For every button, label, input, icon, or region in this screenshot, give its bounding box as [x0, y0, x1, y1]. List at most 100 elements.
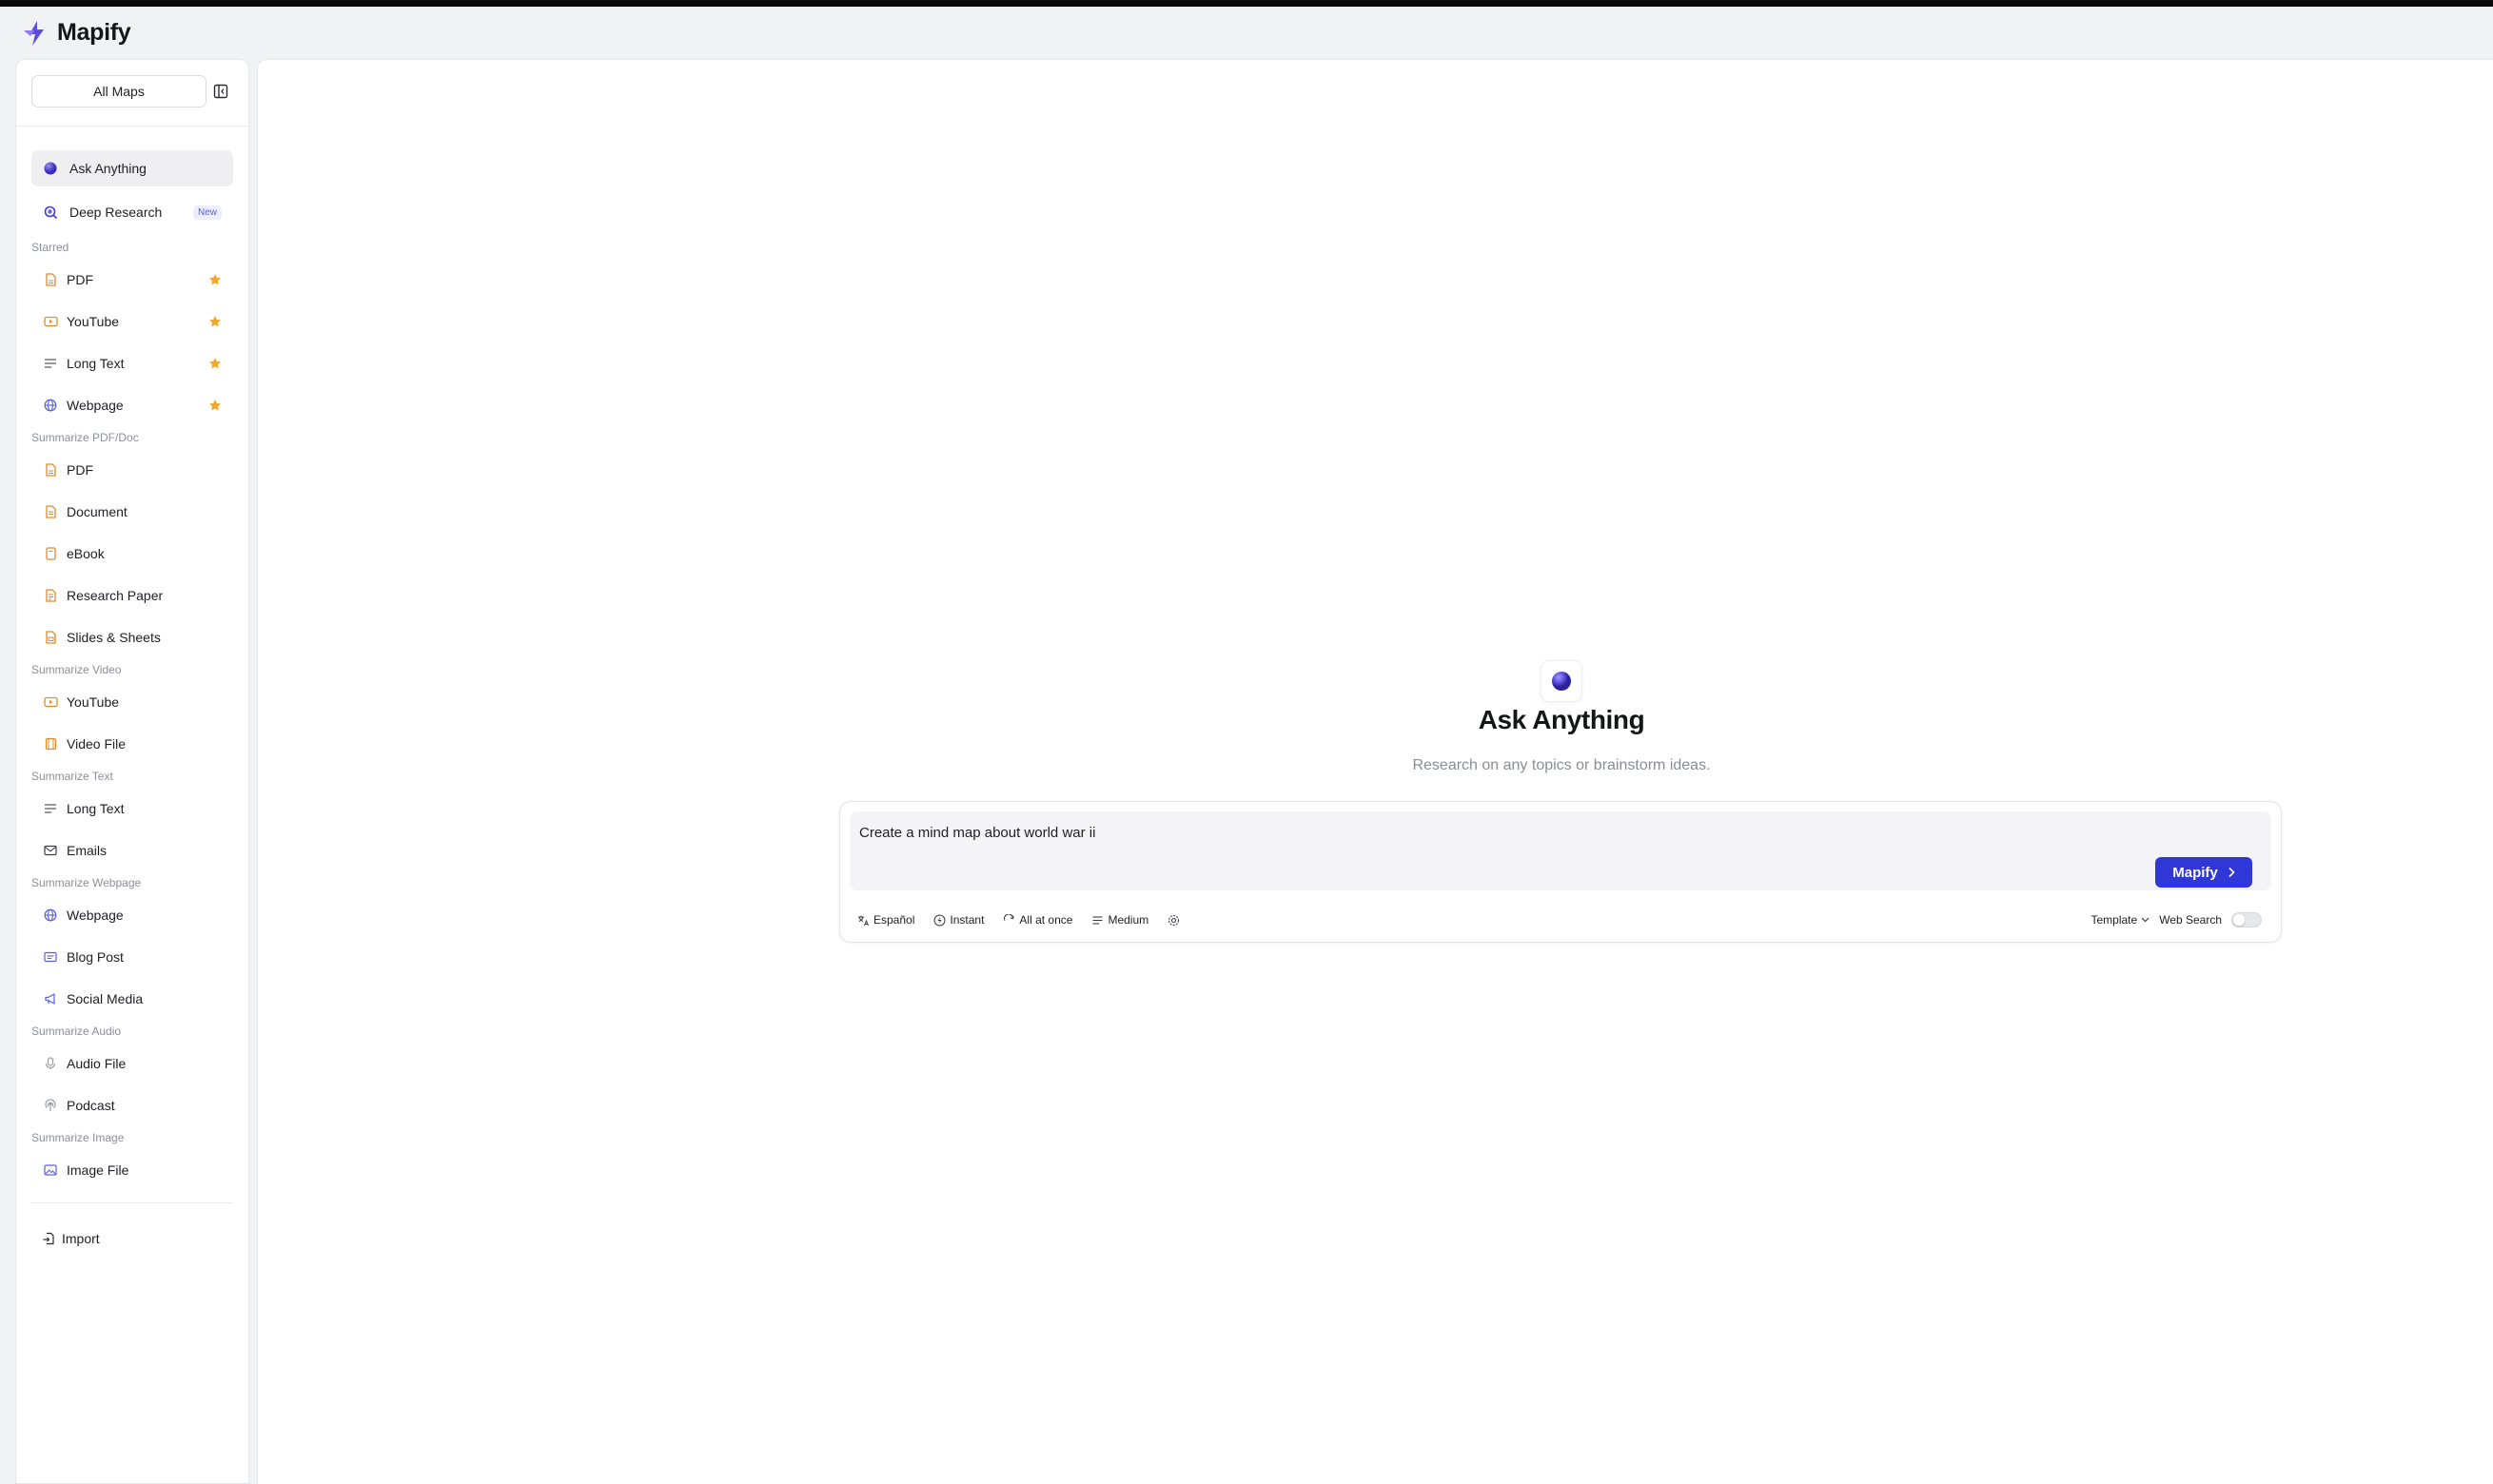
logo[interactable]: Mapify [21, 19, 131, 48]
section-label-video: Summarize Video [31, 663, 122, 676]
list-item-webpage[interactable]: Webpage [31, 896, 233, 934]
list-item-label: YouTube [67, 694, 120, 710]
mail-icon [43, 843, 58, 858]
settings-button[interactable] [1168, 914, 1184, 927]
star-icon[interactable] [208, 399, 222, 412]
list-item-slides-sheets[interactable]: Slides & Sheets [31, 618, 233, 656]
section-label-pdf-doc: Summarize PDF/Doc [31, 431, 139, 444]
starred-item-long-text[interactable]: Long Text [31, 344, 233, 382]
generation-selector[interactable]: All at once [1003, 913, 1072, 927]
template-dropdown[interactable]: Template [2091, 913, 2149, 927]
pdf-icon [43, 272, 58, 287]
list-item-label: Long Text [67, 801, 125, 816]
app-header: Mapify [0, 7, 2493, 59]
sidebar-bottom-divider [31, 1202, 233, 1203]
list-item-label: Podcast [67, 1098, 115, 1113]
list-item-label: YouTube [67, 314, 120, 329]
section-label-webpage: Summarize Webpage [31, 876, 142, 889]
youtube-icon [43, 314, 58, 329]
list-item-research-paper[interactable]: Research Paper [31, 576, 233, 615]
list-item-social-media[interactable]: Social Media [31, 980, 233, 1018]
gear-icon [1168, 914, 1180, 927]
star-icon[interactable] [208, 315, 222, 328]
blog-icon [43, 949, 58, 965]
list-item-image-file[interactable]: Image File [31, 1151, 233, 1189]
list-item-video-file[interactable]: Video File [31, 725, 233, 763]
megaphone-icon [43, 991, 58, 1006]
list-item-label: Slides & Sheets [67, 630, 161, 645]
web-search-toggle[interactable] [2231, 912, 2262, 928]
length-selector[interactable]: Medium [1091, 913, 1148, 927]
list-item-blog-post[interactable]: Blog Post [31, 938, 233, 976]
mapify-submit-button[interactable]: Mapify [2155, 857, 2252, 888]
list-item-youtube[interactable]: YouTube [31, 683, 233, 721]
length-label: Medium [1108, 913, 1149, 927]
nav-item-ask-anything[interactable]: Ask Anything [31, 150, 233, 186]
mic-icon [43, 1056, 58, 1071]
list-item-label: Long Text [67, 356, 125, 371]
globe-icon [43, 398, 58, 413]
mode-selector[interactable]: Instant [933, 913, 984, 927]
film-icon [43, 736, 58, 752]
section-label-text: Summarize Text [31, 770, 113, 783]
list-item-label: PDF [67, 462, 93, 478]
toggle-knob [2233, 914, 2245, 926]
app-name: Mapify [57, 19, 131, 46]
slides-icon [43, 630, 58, 645]
window-top-bar [0, 0, 2493, 7]
list-item-pdf[interactable]: PDF [31, 451, 233, 489]
translate-icon [857, 914, 870, 927]
chevron-down-icon [2141, 917, 2149, 923]
list-item-label: PDF [67, 272, 93, 287]
chevron-right-icon [2228, 867, 2235, 878]
refresh-icon [1003, 913, 1015, 927]
list-item-label: Video File [67, 736, 127, 752]
list-item-emails[interactable]: Emails [31, 831, 233, 869]
image-icon [43, 1162, 58, 1178]
list-item-label: Image File [67, 1162, 129, 1178]
research-icon [43, 205, 58, 220]
import-button[interactable]: Import [31, 1222, 233, 1255]
nav-item-label: Deep Research [69, 205, 163, 220]
starred-item-webpage[interactable]: Webpage [31, 386, 233, 424]
star-icon[interactable] [208, 273, 222, 286]
hero-sphere-badge [1541, 660, 1582, 702]
prompt-card: Create a mind map about world war ii Map… [839, 801, 2282, 943]
document-icon [43, 504, 58, 519]
language-selector[interactable]: Español [857, 913, 914, 927]
list-item-label: Webpage [67, 398, 124, 413]
template-label: Template [2091, 913, 2138, 927]
starred-item-pdf[interactable]: PDF [31, 261, 233, 299]
starred-item-youtube[interactable]: YouTube [31, 303, 233, 341]
mode-label: Instant [950, 913, 985, 927]
import-label: Import [62, 1231, 100, 1246]
section-label-image: Summarize Image [31, 1131, 125, 1144]
submit-label: Mapify [2172, 864, 2218, 881]
list-item-label: Webpage [67, 908, 124, 923]
generation-label: All at once [1019, 913, 1073, 927]
list-item-label: Research Paper [67, 588, 164, 603]
nav-item-deep-research[interactable]: Deep Research New [31, 194, 233, 230]
list-item-document[interactable]: Document [31, 493, 233, 531]
list-item-audio-file[interactable]: Audio File [31, 1045, 233, 1083]
star-icon[interactable] [208, 357, 222, 370]
list-item-label: Audio File [67, 1056, 127, 1071]
all-maps-button[interactable]: All Maps [31, 75, 206, 107]
import-icon [41, 1231, 56, 1246]
list-item-ebook[interactable]: eBook [31, 535, 233, 573]
sidebar-collapse-icon [213, 84, 228, 99]
text-lines-icon [43, 356, 58, 371]
sidebar: All Maps Ask Anything Deep Research New … [15, 59, 249, 1484]
prompt-text[interactable]: Create a mind map about world war ii [859, 825, 1095, 841]
prompt-input[interactable]: Create a mind map about world war ii Map… [850, 811, 2271, 890]
sphere-icon [1552, 672, 1571, 691]
youtube-icon [43, 694, 58, 710]
list-item-podcast[interactable]: Podcast [31, 1086, 233, 1124]
collapse-sidebar-button[interactable] [210, 81, 231, 102]
instant-icon [933, 914, 946, 927]
list-item-long-text[interactable]: Long Text [31, 790, 233, 828]
list-item-label: Emails [67, 843, 108, 858]
sidebar-divider [16, 126, 248, 127]
language-label: Español [874, 913, 915, 927]
main-content: Ask Anything Research on any topics or b… [257, 59, 2493, 1484]
